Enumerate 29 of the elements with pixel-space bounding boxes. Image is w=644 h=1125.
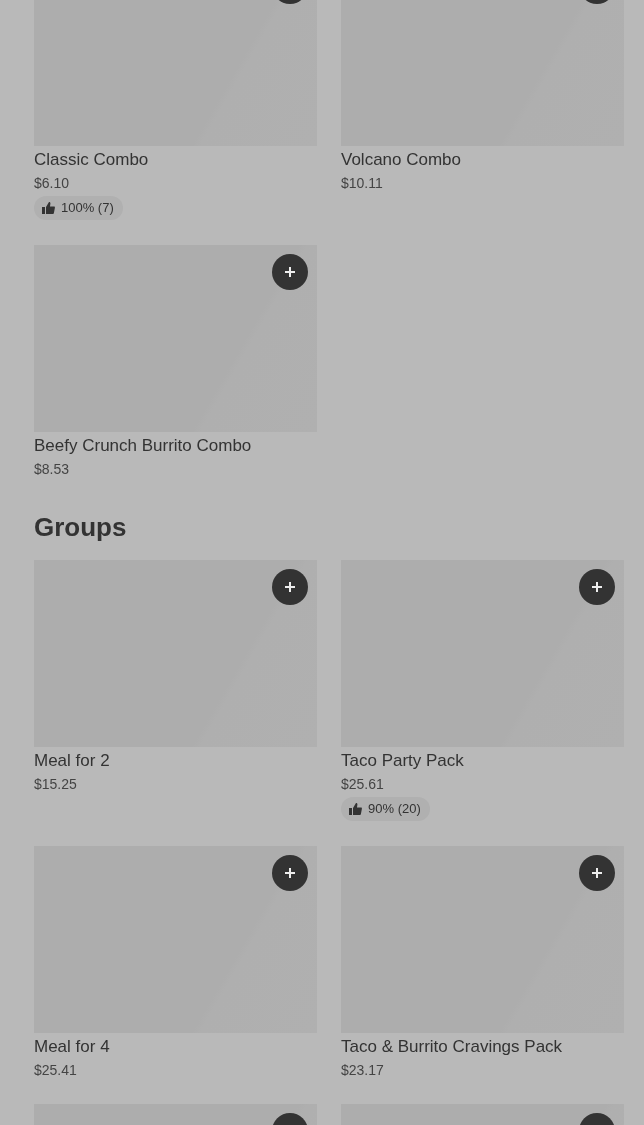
item-name: Volcano Combo (341, 149, 463, 171)
add-button[interactable] (272, 569, 308, 605)
item-price: $15.25 (34, 775, 78, 794)
plus-icon (284, 867, 296, 879)
item-price: $10.11 (341, 174, 384, 193)
item-price: $8.53 (34, 460, 71, 479)
add-button[interactable] (272, 254, 308, 290)
item-price: $25.61 (341, 775, 385, 794)
thumbs-up-icon (349, 803, 362, 815)
section-heading: Groups (34, 511, 128, 543)
rating-text: 100% (7) (61, 199, 114, 218)
add-button[interactable] (579, 855, 615, 891)
item-name: Taco Party Pack (341, 750, 465, 772)
item-price: $23.17 (341, 1061, 385, 1080)
item-name: Beefy Crunch Burrito Combo (34, 435, 253, 457)
item-price: $25.41 (34, 1061, 78, 1080)
plus-icon (591, 581, 603, 593)
plus-icon (284, 581, 296, 593)
add-button[interactable] (579, 569, 615, 605)
rating-text: 90% (20) (368, 800, 421, 819)
item-name: Meal for 4 (34, 1036, 111, 1058)
item-name: Meal for 2 (34, 750, 111, 772)
plus-icon (591, 867, 603, 879)
add-button[interactable] (272, 855, 308, 891)
plus-icon (284, 266, 296, 278)
item-name: Classic Combo (34, 149, 150, 171)
thumbs-up-icon (42, 202, 55, 214)
item-name: Taco & Burrito Cravings Pack (341, 1036, 564, 1058)
item-price: $6.10 (34, 174, 71, 193)
